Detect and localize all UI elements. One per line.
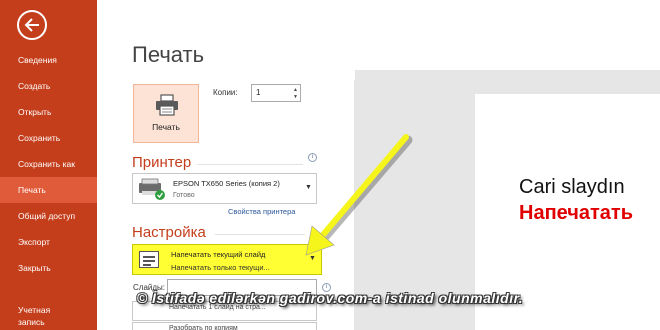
printer-info-icon[interactable]: i [308,153,317,162]
print-range-dropdown[interactable]: Напечатать текущий слайд Напечатать толь… [132,244,322,275]
printer-section-divider [197,164,303,165]
spin-up-icon[interactable]: ▲ [293,87,298,93]
copies-label: Копии: [213,88,238,97]
copies-stepper[interactable]: 1 ▲ ▼ [251,84,301,102]
print-range-title: Напечатать текущий слайд [171,250,266,259]
print-button-label: Печать [152,122,180,132]
slide-icon [139,251,159,268]
backstage-sidebar: Сведения Создать Открыть Сохранить Сохра… [0,0,97,330]
sidebar-item-close[interactable]: Закрыть [0,255,97,281]
chevron-down-icon: ▼ [305,184,312,191]
printer-name: EPSON TX650 Series (копия 2) [173,179,280,188]
printer-dropdown[interactable]: EPSON TX650 Series (копия 2) Готово ▼ [132,173,317,204]
sidebar-item-new[interactable]: Создать [0,73,97,99]
printer-properties-link[interactable]: Свойства принтера [228,207,295,216]
sidebar-item-save[interactable]: Сохранить [0,125,97,151]
sidebar-item-print[interactable]: Печать [0,177,97,203]
collate-dropdown[interactable]: Разобрать по копиям [132,322,317,330]
print-pane: Печать Печать Копии: 1 ▲ ▼ Принтер i EPS… [97,0,660,330]
copies-value: 1 [256,88,261,97]
sidebar-item-export[interactable]: Экспорт [0,229,97,255]
chevron-down-icon: ▼ [309,255,316,262]
printer-device-icon [139,178,165,200]
watermark: © İstifadə edilərkən gadirov.com-a istin… [136,290,524,306]
settings-section-title: Настройка [132,224,206,241]
settings-section-divider [215,234,305,235]
printer-icon [156,94,178,116]
page-title: Печать [132,42,205,67]
sidebar-item-share[interactable]: Общий доступ [0,203,97,229]
spin-down-icon[interactable]: ▼ [293,94,298,100]
print-button[interactable]: Печать [133,84,199,143]
printer-status: Готово [173,192,195,199]
sidebar-item-save-as[interactable]: Сохранить как [0,151,97,177]
printer-section-title: Принтер [132,154,192,171]
back-button[interactable] [17,10,47,40]
sidebar-item-open[interactable]: Открыть [0,99,97,125]
back-arrow-icon [24,18,39,32]
preview-text-line1: Cari slaydın [519,176,625,198]
sidebar-item-info[interactable]: Сведения [0,47,97,73]
print-range-subtitle: Напечатать только текущи... [171,263,270,272]
preview-text-line2: Напечатать [519,202,634,224]
backstage-view: Сведения Создать Открыть Сохранить Сохра… [0,0,660,330]
